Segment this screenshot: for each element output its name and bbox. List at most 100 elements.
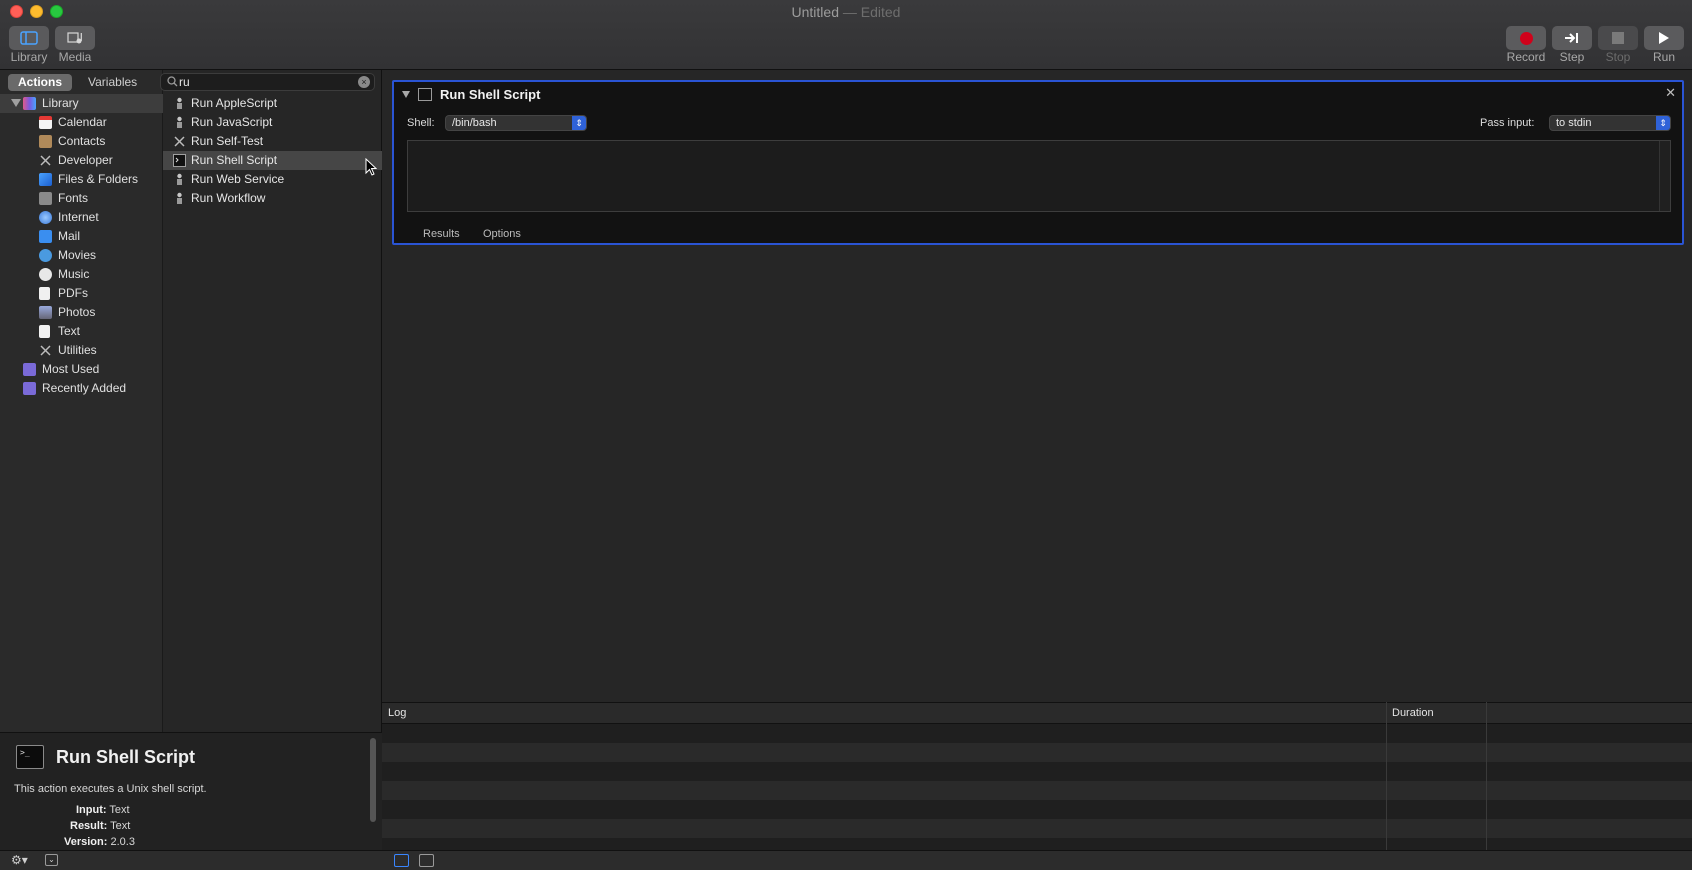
description-version: Version: 2.0.3	[64, 836, 135, 848]
shell-value: /bin/bash	[452, 117, 497, 129]
pass-input-select[interactable]: to stdin ⇕	[1549, 115, 1671, 131]
action-label: Run Workflow	[191, 191, 266, 205]
sidebar-item-developer[interactable]: Developer	[0, 151, 163, 170]
automator-robot-icon	[173, 173, 186, 186]
split-view-icon[interactable]	[419, 854, 434, 867]
list-item[interactable]: Run JavaScript	[163, 113, 382, 132]
table-row	[382, 762, 1692, 781]
list-item[interactable]: Run Self-Test	[163, 132, 382, 151]
sidebar-item-label: PDFs	[58, 286, 88, 300]
sidebar-item-fonts[interactable]: Fonts	[0, 189, 163, 208]
media-icon	[67, 32, 82, 44]
mouse-cursor-icon	[365, 158, 377, 176]
gear-icon[interactable]: ⚙▾	[11, 853, 28, 867]
pdfs-icon	[39, 287, 50, 300]
sidebar-item-contacts[interactable]: Contacts	[0, 132, 163, 151]
list-item-selected[interactable]: Run Shell Script	[163, 151, 382, 170]
sidebar-item-label: Contacts	[58, 134, 106, 148]
library-icon	[20, 31, 38, 45]
stop-icon	[1612, 32, 1624, 44]
result-label: Result:	[70, 820, 108, 832]
disclosure-triangle-icon[interactable]	[11, 99, 21, 107]
version-value: 2.0.3	[110, 836, 135, 848]
files-folders-icon	[39, 173, 52, 186]
sidebar-item-label: Recently Added	[42, 381, 127, 395]
list-item[interactable]: Run Web Service	[163, 170, 382, 189]
version-label: Version:	[64, 836, 108, 848]
tab-variables[interactable]: Variables	[78, 74, 147, 91]
list-view-icon[interactable]	[394, 854, 409, 867]
stop-button[interactable]	[1598, 26, 1638, 50]
library-tree: Library Calendar Contacts Developer File…	[0, 94, 163, 398]
sidebar-item-text[interactable]: Text	[0, 322, 163, 341]
sidebar-item-calendar[interactable]: Calendar	[0, 113, 163, 132]
photos-icon	[39, 306, 52, 319]
list-item[interactable]: Run Workflow	[163, 189, 382, 208]
sidebar-item-movies[interactable]: Movies	[0, 246, 163, 265]
step-button[interactable]	[1552, 26, 1592, 50]
library-root[interactable]: Library	[0, 94, 163, 113]
column-divider[interactable]	[1486, 702, 1487, 850]
record-icon	[1519, 31, 1533, 45]
sidebar-item-recently-added[interactable]: Recently Added	[0, 379, 163, 398]
show-description-icon[interactable]: ⌄	[45, 854, 58, 866]
step-icon	[1565, 33, 1578, 43]
sidebar-item-utilities[interactable]: Utilities	[0, 341, 163, 360]
sidebar-item-label: Mail	[58, 229, 81, 243]
library-toggle-button[interactable]	[9, 26, 49, 50]
window-title: Untitled — Edited	[0, 4, 1692, 20]
close-icon[interactable]: ✕	[1665, 85, 1676, 101]
sidebar-item-pdfs[interactable]: PDFs	[0, 284, 163, 303]
script-editor[interactable]	[407, 140, 1671, 212]
sidebar-item-mail[interactable]: Mail	[0, 227, 163, 246]
shell-select[interactable]: /bin/bash ⇕	[445, 115, 587, 131]
sidebar-item-most-used[interactable]: Most Used	[0, 360, 163, 379]
tab-results[interactable]: Results	[423, 228, 460, 240]
automator-robot-icon	[173, 192, 186, 205]
automator-robot-icon	[173, 97, 186, 110]
library-tabs: Actions Variables	[8, 74, 147, 91]
calendar-icon	[39, 116, 52, 129]
sidebar-item-label: Files & Folders	[58, 172, 139, 186]
duration-column-header[interactable]: Duration	[1392, 707, 1434, 719]
record-label: Record	[1506, 50, 1546, 64]
run-shell-script-action[interactable]: Run Shell Script ✕ Shell: /bin/bash ⇕ Pa…	[392, 80, 1684, 245]
smart-folder-icon	[23, 363, 36, 376]
media-button[interactable]	[55, 26, 95, 50]
record-button[interactable]	[1506, 26, 1546, 50]
action-label: Run Self-Test	[191, 134, 264, 148]
description-input: Input: Text	[76, 804, 130, 816]
collapse-triangle-icon[interactable]	[402, 91, 410, 98]
sidebar-item-files-folders[interactable]: Files & Folders	[0, 170, 163, 189]
log-column-header[interactable]: Log	[388, 707, 406, 719]
table-row	[382, 800, 1692, 819]
media-label: Media	[58, 50, 92, 64]
log-header: Log Duration	[382, 702, 1692, 724]
play-icon	[1659, 32, 1669, 44]
sidebar-item-music[interactable]: Music	[0, 265, 163, 284]
description-scrollbar[interactable]	[370, 738, 376, 822]
sidebar-item-internet[interactable]: Internet	[0, 208, 163, 227]
sidebar-item-photos[interactable]: Photos	[0, 303, 163, 322]
text-icon	[39, 325, 50, 338]
clear-search-icon[interactable]: ×	[358, 76, 370, 88]
actions-list: Run AppleScript Run JavaScript Run Self-…	[163, 94, 382, 208]
input-value: Text	[109, 804, 130, 816]
search-input[interactable]: ru	[179, 75, 190, 89]
movies-icon	[39, 249, 52, 262]
search-field[interactable]: ru ×	[160, 73, 375, 91]
column-divider[interactable]	[1386, 702, 1387, 850]
tab-options[interactable]: Options	[483, 228, 521, 240]
tab-actions[interactable]: Actions	[8, 74, 73, 91]
terminal-icon	[173, 154, 186, 167]
sidebar-item-label: Utilities	[58, 343, 97, 357]
action-label: Run Web Service	[191, 172, 285, 186]
action-label: Run JavaScript	[191, 115, 273, 129]
run-button[interactable]	[1644, 26, 1684, 50]
window-title-name: Untitled	[791, 4, 839, 20]
list-item[interactable]: Run AppleScript	[163, 94, 382, 113]
run-label: Run	[1652, 50, 1675, 64]
tools-icon	[173, 135, 186, 148]
script-scrollbar[interactable]	[1659, 141, 1670, 211]
sidebar-item-label: Photos	[58, 305, 96, 319]
